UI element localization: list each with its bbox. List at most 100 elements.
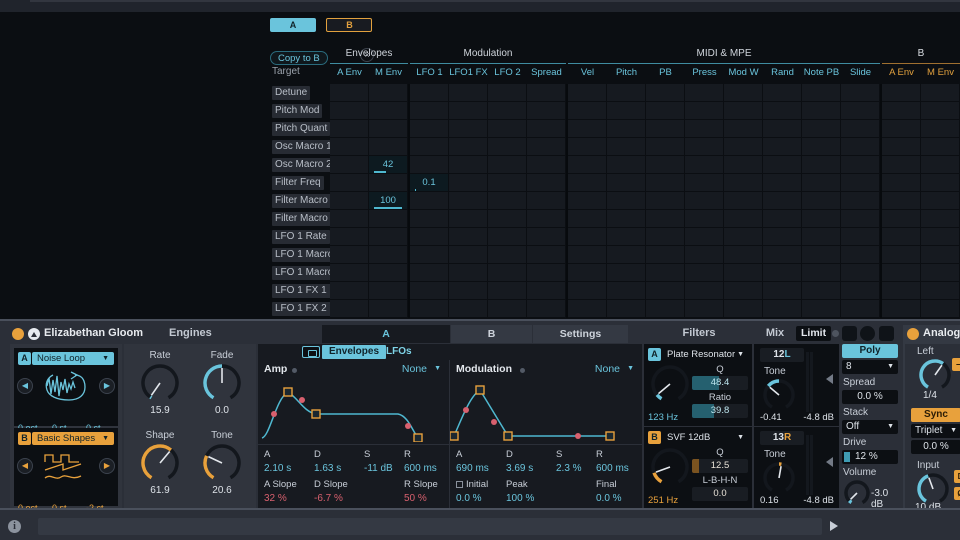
matrix-cell[interactable]	[763, 228, 802, 246]
matrix-cell[interactable]	[724, 120, 763, 138]
matrix-cell[interactable]	[488, 264, 527, 282]
matrix-cell[interactable]	[724, 84, 763, 102]
save-preset-icon[interactable]	[879, 326, 894, 341]
matrix-cell[interactable]	[488, 210, 527, 228]
matrix-cell[interactable]	[685, 138, 724, 156]
matrix-col-vel[interactable]: Vel	[568, 66, 607, 82]
matrix-cell[interactable]	[921, 120, 960, 138]
matrix-cell[interactable]	[882, 102, 921, 120]
matrix-cell[interactable]	[410, 120, 449, 138]
tone-knob[interactable]	[762, 461, 796, 495]
matrix-cell[interactable]	[410, 210, 449, 228]
matrix-cell[interactable]	[607, 246, 646, 264]
matrix-cell[interactable]	[488, 300, 527, 318]
matrix-cell[interactable]	[449, 246, 488, 264]
matrix-cell[interactable]	[841, 192, 880, 210]
matrix-cell[interactable]	[646, 192, 685, 210]
spread-value[interactable]: 0.0 %	[842, 390, 898, 404]
matrix-col-lfo-1[interactable]: LFO 1	[410, 66, 449, 82]
matrix-cell[interactable]	[330, 192, 369, 210]
matrix-cell[interactable]	[841, 138, 880, 156]
matrix-cell[interactable]	[763, 84, 802, 102]
matrix-cell[interactable]	[882, 120, 921, 138]
matrix-cell[interactable]	[369, 120, 408, 138]
matrix-cell[interactable]	[369, 138, 408, 156]
matrix-cell[interactable]	[449, 138, 488, 156]
matrix-col-pitch[interactable]: Pitch	[607, 66, 646, 82]
matrix-cell[interactable]	[330, 156, 369, 174]
poly-count-dropdown[interactable]: 8 ▼	[842, 360, 898, 374]
matrix-cell[interactable]	[488, 228, 527, 246]
volume-knob[interactable]	[843, 479, 871, 507]
matrix-cell[interactable]	[568, 174, 607, 192]
stack-dropdown[interactable]: Off ▼	[842, 420, 898, 434]
env-param-value[interactable]: -6.7 %	[314, 493, 343, 504]
play-triangle-icon[interactable]	[830, 521, 838, 531]
level-handle[interactable]	[826, 374, 833, 384]
filter-type-dropdown[interactable]: Plate Resonator ▼	[663, 348, 748, 361]
matrix-cell[interactable]	[607, 156, 646, 174]
matrix-col-lfo-2[interactable]: LFO 2	[488, 66, 527, 82]
mix-slot-b[interactable]: 13R Tone 0.16 -4.8 dB	[754, 427, 839, 509]
info-icon[interactable]: i	[8, 520, 21, 533]
limit-button[interactable]: Limit	[796, 326, 832, 341]
level-value[interactable]: -4.8 dB	[803, 412, 834, 423]
envelope-graph[interactable]	[449, 378, 642, 442]
copy-to-b-button[interactable]: Copy to B	[270, 51, 328, 65]
matrix-cell[interactable]	[330, 228, 369, 246]
matrix-cell[interactable]	[488, 138, 527, 156]
matrix-cell[interactable]	[763, 120, 802, 138]
randomize-icon[interactable]	[860, 326, 875, 341]
engine-selector[interactable]: Basic Shapes ▼	[32, 432, 114, 445]
matrix-col-spread[interactable]: Spread	[527, 66, 566, 82]
matrix-cell[interactable]	[921, 264, 960, 282]
matrix-cell[interactable]	[763, 300, 802, 318]
matrix-cell[interactable]	[488, 192, 527, 210]
matrix-cell[interactable]	[802, 228, 841, 246]
matrix-cell[interactable]	[802, 210, 841, 228]
matrix-cell[interactable]	[330, 246, 369, 264]
matrix-cell[interactable]	[841, 300, 880, 318]
env-param-value[interactable]: -11 dB	[364, 463, 393, 474]
matrix-cell[interactable]	[724, 228, 763, 246]
matrix-cell[interactable]	[763, 210, 802, 228]
matrix-target-row[interactable]: Detune	[268, 84, 311, 102]
matrix-ab-selector[interactable]: A B	[270, 18, 373, 32]
matrix-cell[interactable]	[841, 120, 880, 138]
matrix-cell[interactable]	[330, 174, 369, 192]
matrix-cell[interactable]	[646, 120, 685, 138]
knob-rate[interactable]: Rate 15.9	[132, 350, 188, 416]
matrix-cell[interactable]	[921, 210, 960, 228]
matrix-cell[interactable]	[607, 300, 646, 318]
matrix-cell[interactable]: 100	[369, 192, 408, 210]
matrix-col-lfo1-fx[interactable]: LFO1 FX	[449, 66, 488, 82]
initial-checkbox[interactable]	[456, 481, 463, 488]
matrix-cell[interactable]	[330, 138, 369, 156]
matrix-cell[interactable]	[685, 210, 724, 228]
matrix-cell[interactable]	[724, 156, 763, 174]
matrix-cell[interactable]	[568, 156, 607, 174]
tone-knob[interactable]	[762, 378, 796, 412]
matrix-cell[interactable]	[330, 120, 369, 138]
matrix-cell[interactable]	[607, 282, 646, 300]
matrix-cell[interactable]	[607, 174, 646, 192]
matrix-cell[interactable]	[449, 156, 488, 174]
matrix-col-press[interactable]: Press	[685, 66, 724, 82]
matrix-cell[interactable]	[410, 156, 449, 174]
matrix-target-row[interactable]: Filter Freq	[268, 174, 324, 192]
matrix-cell[interactable]	[449, 210, 488, 228]
matrix-cell[interactable]	[646, 138, 685, 156]
modulation-link-icon[interactable]	[302, 346, 320, 358]
pan-value[interactable]: 13R	[760, 431, 804, 445]
matrix-target-row[interactable]: Osc Macro 2	[268, 156, 335, 174]
matrix-cell[interactable]	[330, 210, 369, 228]
matrix-cell[interactable]	[568, 120, 607, 138]
matrix-cell[interactable]	[921, 192, 960, 210]
matrix-cell[interactable]	[921, 102, 960, 120]
matrix-cell[interactable]	[488, 84, 527, 102]
matrix-cell[interactable]	[841, 282, 880, 300]
matrix-cell[interactable]	[685, 264, 724, 282]
matrix-cell[interactable]	[369, 282, 408, 300]
env-param-value[interactable]: 2.3 %	[556, 463, 582, 474]
matrix-cell[interactable]	[882, 156, 921, 174]
